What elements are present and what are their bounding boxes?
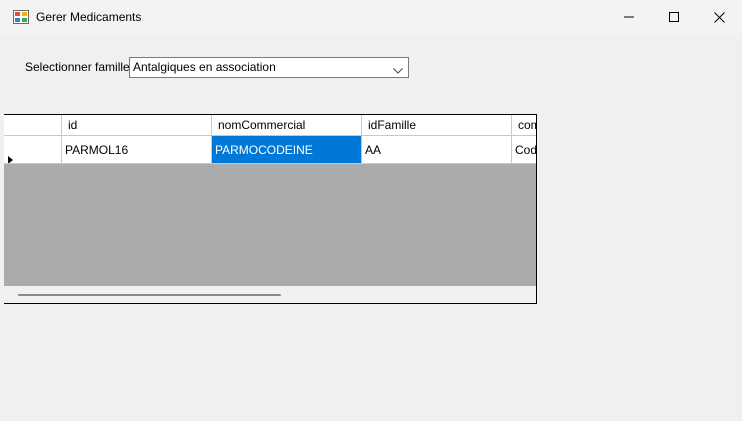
- scrollbar-thumb[interactable]: [18, 294, 281, 296]
- cell-nomcommercial[interactable]: PARMOCODEINE: [212, 136, 362, 164]
- grid-header-row: id nomCommercial idFamille com: [4, 115, 536, 136]
- horizontal-scrollbar[interactable]: [4, 286, 536, 303]
- close-button[interactable]: [696, 0, 742, 34]
- families-label: Selectionner familles: [25, 60, 136, 74]
- minimize-button[interactable]: [606, 0, 652, 34]
- table-row[interactable]: PARMOL16 PARMOCODEINE AA Code: [4, 136, 536, 164]
- column-header-idfamille[interactable]: idFamille: [362, 115, 512, 136]
- cell-id[interactable]: PARMOL16: [62, 136, 212, 164]
- families-combobox[interactable]: Antalgiques en association: [129, 57, 409, 78]
- close-icon: [713, 11, 725, 23]
- cell-idfamille[interactable]: AA: [362, 136, 512, 164]
- families-selected-value: Antalgiques en association: [133, 60, 276, 74]
- current-row-arrow-icon: [8, 146, 13, 163]
- column-header-id[interactable]: id: [62, 115, 212, 136]
- medicaments-datagrid[interactable]: id nomCommercial idFamille com PARMOL16 …: [4, 114, 537, 304]
- minimize-icon: [624, 12, 634, 22]
- maximize-icon: [669, 12, 679, 22]
- winforms-app-icon: [13, 10, 29, 24]
- title-bar[interactable]: Gerer Medicaments: [0, 0, 742, 34]
- column-header-nomcommercial[interactable]: nomCommercial: [212, 115, 362, 136]
- column-header-com[interactable]: com: [512, 115, 536, 136]
- row-header[interactable]: [4, 136, 62, 164]
- form-client-area: Selectionner familles Antalgiques en ass…: [0, 34, 742, 421]
- window-title: Gerer Medicaments: [36, 10, 142, 24]
- maximize-button[interactable]: [651, 0, 697, 34]
- cell-com[interactable]: Code: [512, 136, 536, 164]
- chevron-down-icon[interactable]: [393, 63, 403, 77]
- grid-corner-header[interactable]: [4, 115, 62, 136]
